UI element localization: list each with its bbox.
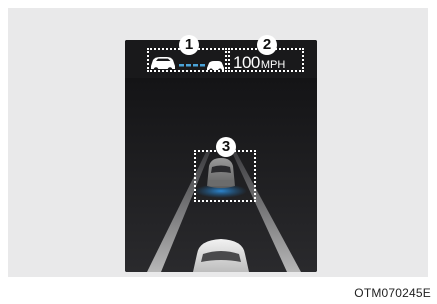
callout-box-3 <box>194 150 256 202</box>
figure-code: OTM070245E <box>354 286 431 300</box>
callout-badge-2: 2 <box>257 35 277 55</box>
callout-badge-3: 3 <box>216 137 236 157</box>
figure-frame: 100MPH 1 2 3 OTM070245E <box>0 0 437 304</box>
callout-badge-1: 1 <box>179 35 199 55</box>
